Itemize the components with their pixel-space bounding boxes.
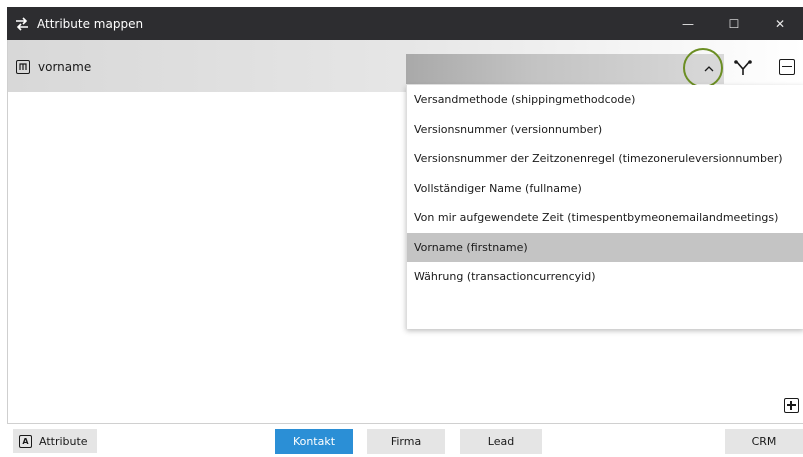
tab-crm[interactable]: CRM: [725, 429, 803, 454]
dropdown-item[interactable]: Versandmethode (shippingmethodcode): [407, 85, 803, 115]
attribute-button-label: Attribute: [39, 434, 88, 448]
m-box-icon: [16, 60, 30, 74]
tab-kontakt[interactable]: Kontakt: [275, 429, 353, 454]
highlight-circle: [683, 48, 723, 88]
tab-firma[interactable]: Firma: [367, 429, 445, 454]
tab-lead[interactable]: Lead: [460, 429, 542, 454]
title-bar: Attribute mappen — ☐ ✕: [7, 7, 803, 40]
dropdown-item[interactable]: Vorname (firstname): [407, 232, 803, 262]
close-button[interactable]: ✕: [757, 7, 803, 40]
bottom-bar: A Attribute Kontakt Firma Lead CRM: [7, 423, 803, 457]
attribute-name: vorname: [38, 60, 92, 74]
swap-arrows-icon: [16, 16, 28, 31]
dropdown-item[interactable]: Währung (transactioncurrencyid): [407, 262, 803, 292]
dropdown-item[interactable]: Versionsnummer (versionnumber): [407, 115, 803, 145]
minimize-button[interactable]: —: [665, 7, 711, 40]
dropdown-item[interactable]: Von mir aufgewendete Zeit (timespentbyme…: [407, 203, 803, 233]
maximize-button[interactable]: ☐: [711, 7, 757, 40]
window-body: vorname Versandmethode (shippingmethodco…: [7, 40, 803, 457]
window-controls: — ☐ ✕: [665, 7, 803, 40]
a-box-icon: A: [19, 434, 32, 448]
attribute-button[interactable]: A Attribute: [13, 429, 97, 453]
remove-mapping-icon[interactable]: [779, 59, 795, 75]
target-attribute-combobox[interactable]: [406, 54, 724, 84]
dropdown-item[interactable]: Versionsnummer der Zeitzonenregel (timez…: [407, 144, 803, 174]
window-title: Attribute mappen: [37, 16, 144, 31]
attribute-dropdown-list: Versandmethode (shippingmethodcode) Vers…: [406, 85, 803, 329]
add-mapping-icon[interactable]: [784, 398, 799, 413]
dropdown-item[interactable]: Vollständiger Name (fullname): [407, 174, 803, 204]
split-branch-icon[interactable]: [733, 58, 753, 78]
